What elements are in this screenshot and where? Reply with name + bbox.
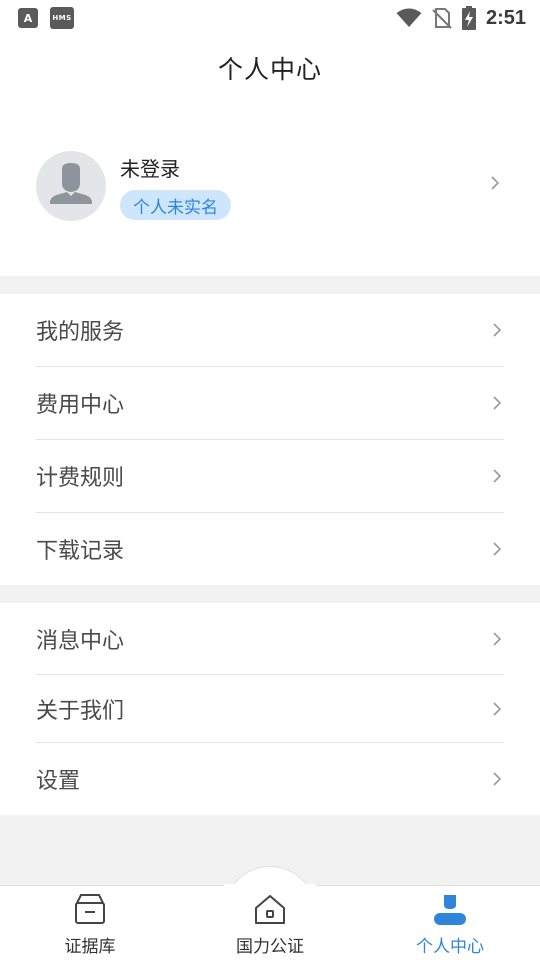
no-sim-icon — [432, 8, 452, 29]
chevron-right-icon — [493, 631, 502, 646]
default-avatar-icon — [36, 151, 106, 221]
menu-item-my-services[interactable]: 我的服务 — [36, 294, 504, 367]
battery-charging-icon — [461, 6, 476, 30]
wifi-icon — [396, 8, 422, 27]
user-name: 未登录 — [120, 157, 180, 181]
chevron-right-icon — [493, 701, 502, 716]
menu-item-pricing-rules[interactable]: 计费规则 — [36, 440, 504, 513]
menu-item-label: 费用中心 — [36, 393, 125, 418]
page-title: 个人中心 — [217, 55, 322, 84]
menu-item-about-us[interactable]: 关于我们 — [36, 675, 504, 743]
tab-personal-center[interactable]: 个人中心 — [400, 885, 500, 960]
app-notification-icon: A — [18, 8, 38, 28]
status-time: 2:51 — [485, 6, 526, 29]
menu-item-message-center[interactable]: 消息中心 — [36, 603, 504, 675]
hms-notification-icon: HMS — [50, 7, 74, 29]
person-icon — [434, 895, 466, 925]
archive-box-icon — [75, 894, 105, 924]
tab-label: 证据库 — [64, 937, 116, 957]
verification-status-badge: 个人未实名 — [120, 190, 231, 220]
chevron-right-icon — [493, 396, 502, 410]
tab-evidence-library[interactable]: 证据库 — [40, 885, 140, 960]
menu-item-download-records[interactable]: 下载记录 — [36, 513, 504, 585]
menu-group-services: 我的服务 费用中心 计费规则 下载记录 — [0, 294, 540, 585]
chevron-right-icon — [493, 542, 502, 556]
menu-item-billing-center[interactable]: 费用中心 — [36, 367, 504, 440]
chevron-right-icon — [493, 323, 502, 337]
menu-item-label: 消息中心 — [36, 628, 125, 654]
menu-item-label: 关于我们 — [36, 698, 125, 724]
menu-item-label: 计费规则 — [36, 466, 125, 491]
tab-label: 国力公证 — [236, 937, 304, 957]
chevron-right-icon — [493, 772, 502, 786]
page-header: 个人中心 — [0, 36, 540, 100]
chevron-right-icon — [493, 469, 502, 483]
home-icon — [255, 895, 285, 924]
chevron-right-icon — [491, 176, 500, 190]
menu-item-label: 设置 — [36, 769, 81, 794]
menu-item-settings[interactable]: 设置 — [36, 743, 504, 815]
menu-group-misc: 消息中心 关于我们 设置 — [0, 603, 540, 815]
menu-item-label: 下载记录 — [36, 539, 125, 564]
tab-guoli-notary[interactable]: 国力公证 — [220, 885, 320, 960]
profile-card[interactable]: 未登录 个人未实名 — [0, 100, 540, 276]
tab-label: 个人中心 — [416, 937, 484, 957]
menu-item-label: 我的服务 — [36, 320, 125, 345]
status-bar: A HMS 2:51 — [0, 0, 540, 36]
